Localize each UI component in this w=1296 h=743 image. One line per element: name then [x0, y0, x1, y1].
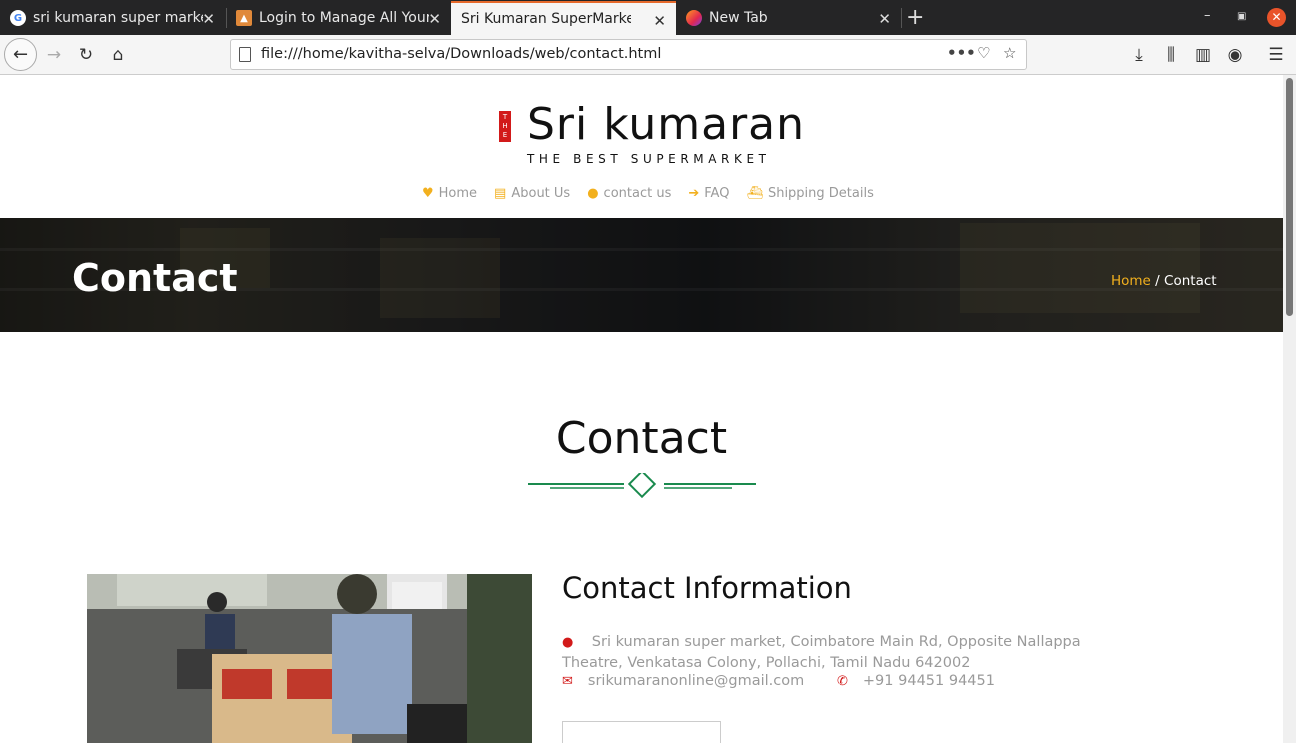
main-menu: ♥ Home ▤ About Us ● contact us ➔ FAQ ⛴ Shippi… — [422, 186, 874, 201]
nav-label: contact us — [603, 186, 672, 201]
tab-title: Sri Kumaran SuperMarket - ( — [461, 11, 631, 27]
page-icon — [239, 47, 251, 62]
url-text[interactable]: file:///home/kavitha-selva/Downloads/web… — [261, 46, 661, 62]
tab-title: New Tab — [709, 10, 768, 26]
email-text[interactable]: srikumaranonline@gmail.com — [588, 673, 804, 689]
close-tab-icon[interactable]: ✕ — [653, 12, 666, 30]
banner-title: Contact — [72, 256, 238, 300]
tab-3-active[interactable]: Sri Kumaran SuperMarket - ( ✕ — [451, 1, 676, 35]
menu-icon[interactable]: ☰ — [1264, 43, 1288, 67]
google-icon: G — [10, 10, 26, 26]
library-icon[interactable]: ⫼ — [1159, 43, 1183, 67]
logo-mark-text: THE — [502, 113, 508, 139]
contact-email: ✉ srikumaranonline@gmail.com — [562, 673, 804, 689]
address-text: Sri kumaran super market, Coimbatore Mai… — [562, 634, 1081, 671]
web-page: THE Sri kumaran THE BEST SUPERMARKET ♥ Ho… — [0, 75, 1283, 743]
close-tab-icon[interactable]: ✕ — [878, 10, 891, 28]
reload-icon[interactable]: ↻ — [74, 43, 98, 67]
close-tab-icon[interactable]: ✕ — [428, 10, 441, 28]
tab-separator — [901, 8, 902, 28]
tab-2[interactable]: ▲ Login to Manage All Your ✕ — [226, 1, 451, 35]
contact-info-title: Contact Information — [562, 571, 852, 605]
bookmark-star-icon[interactable]: ☆ — [1003, 44, 1016, 62]
page-scrollbar[interactable] — [1283, 75, 1296, 743]
window-close-icon[interactable]: ✕ — [1267, 8, 1286, 27]
home-icon[interactable]: ⌂ — [106, 43, 130, 67]
nav-home[interactable]: ♥ Home — [422, 186, 477, 201]
nav-shipping-details[interactable]: ⛴ Shipping Details — [746, 186, 873, 201]
firefox-icon — [686, 10, 702, 26]
contact-form-field[interactable] — [562, 721, 721, 743]
navigation-toolbar: ← → ↻ ⌂ file:///home/kavitha-selva/Downl… — [0, 35, 1296, 75]
close-tab-icon[interactable]: ✕ — [202, 10, 215, 28]
brand-name[interactable]: Sri kumaran — [527, 99, 805, 150]
nav-contact-us[interactable]: ● contact us — [587, 186, 671, 201]
maximize-icon[interactable]: ▣ — [1237, 11, 1246, 22]
account-icon[interactable]: ◉ — [1223, 43, 1247, 67]
heading-divider — [528, 473, 756, 499]
sidebar-icon[interactable]: ▥ — [1191, 43, 1215, 67]
url-bar[interactable]: file:///home/kavitha-selva/Downloads/web… — [230, 39, 1027, 70]
browser-window: G sri kumaran super marke ✕ ▲ Login to M… — [0, 0, 1296, 743]
nav-label: Home — [438, 186, 478, 201]
breadcrumb: Home / Contact — [1111, 273, 1217, 289]
store-photo — [87, 574, 532, 743]
phone-icon: ✆ — [837, 673, 848, 689]
tab-4[interactable]: New Tab ✕ — [676, 1, 901, 35]
arrow-right-icon: ➔ — [688, 186, 700, 201]
logo-mark: THE — [499, 111, 511, 142]
section-heading: Contact — [555, 413, 728, 464]
brand-tagline: THE BEST SUPERMARKET — [527, 152, 771, 166]
breadcrumb-home-link[interactable]: Home — [1111, 273, 1151, 289]
back-arrow-icon[interactable]: ← — [4, 38, 37, 71]
site-icon: ▲ — [236, 10, 252, 26]
scrollbar-thumb[interactable] — [1286, 78, 1293, 316]
tab-1[interactable]: G sri kumaran super marke ✕ — [0, 1, 225, 35]
user-icon: ● — [587, 186, 599, 201]
nav-label: Shipping Details — [767, 186, 874, 201]
heart-icon: ♥ — [422, 186, 434, 201]
breadcrumb-separator: / — [1155, 273, 1160, 289]
nav-faq[interactable]: ➔ FAQ — [688, 186, 729, 201]
nav-about-us[interactable]: ▤ About Us — [494, 186, 570, 201]
tab-title: sri kumaran super marke — [33, 10, 203, 26]
contact-phone: ✆ +91 94451 94451 — [837, 673, 995, 689]
nav-label: FAQ — [704, 186, 730, 201]
pocket-icon[interactable]: ♡ — [977, 44, 990, 62]
document-icon: ▤ — [494, 186, 507, 201]
new-tab-icon[interactable]: + — [906, 5, 924, 30]
tab-title: Login to Manage All Your — [259, 10, 429, 26]
minimize-icon[interactable]: – — [1204, 8, 1211, 23]
phone-text[interactable]: +91 94451 94451 — [863, 673, 995, 689]
page-banner: Contact Home / Contact — [0, 218, 1283, 332]
breadcrumb-current: Contact — [1164, 273, 1217, 289]
nav-label: About Us — [511, 186, 571, 201]
download-icon[interactable]: ⤓ — [1127, 43, 1151, 67]
ship-icon: ⛴ — [746, 186, 763, 201]
envelope-icon: ✉ — [562, 673, 573, 689]
page-actions-icon[interactable]: ••• — [947, 44, 976, 62]
contact-address: ● Sri kumaran super market, Coimbatore M… — [562, 632, 1142, 673]
map-marker-icon: ● — [562, 635, 574, 650]
forward-arrow-icon[interactable]: → — [42, 43, 66, 67]
tab-bar: G sri kumaran super marke ✕ ▲ Login to M… — [0, 0, 1296, 35]
